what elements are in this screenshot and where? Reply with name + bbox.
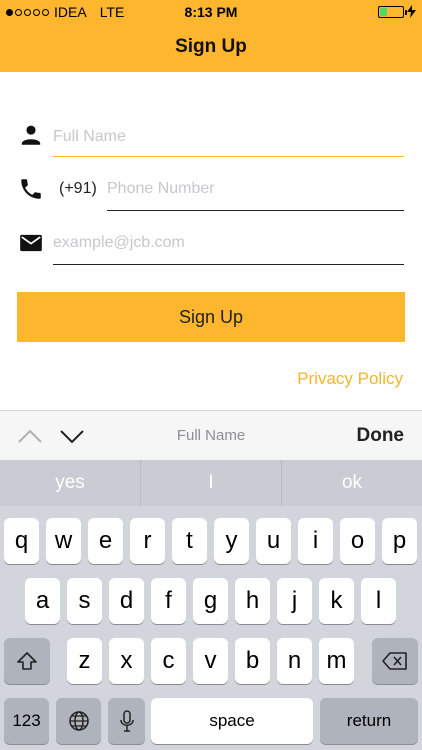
sign-up-button[interactable]: Sign Up: [17, 292, 405, 342]
key-q[interactable]: q: [4, 518, 39, 564]
key-i[interactable]: i: [298, 518, 333, 564]
full-name-underline: [53, 156, 404, 157]
key-m[interactable]: m: [319, 638, 354, 684]
charging-bolt-icon: [407, 5, 416, 18]
key-k[interactable]: k: [319, 578, 354, 624]
key-x[interactable]: x: [109, 638, 144, 684]
key-y[interactable]: y: [214, 518, 249, 564]
phone-row: (+91): [0, 166, 422, 220]
keyboard-accessory-bar: Full Name Done: [0, 410, 422, 460]
shift-key[interactable]: [4, 638, 50, 684]
key-l[interactable]: l: [361, 578, 396, 624]
globe-icon: [68, 711, 89, 731]
key-z[interactable]: z: [67, 638, 102, 684]
microphone-icon: [119, 710, 134, 732]
envelope-icon: [20, 234, 42, 252]
suggestion-item[interactable]: yes: [0, 460, 141, 506]
keyboard: yes I ok q w e r t y u i o p a s d f g h…: [0, 460, 422, 750]
key-r[interactable]: r: [130, 518, 165, 564]
space-key[interactable]: space: [151, 698, 313, 744]
key-a[interactable]: a: [25, 578, 60, 624]
full-name-row: [0, 112, 422, 166]
key-s[interactable]: s: [67, 578, 102, 624]
numbers-key[interactable]: 123: [4, 698, 49, 744]
key-e[interactable]: e: [88, 518, 123, 564]
email-underline: [53, 264, 404, 265]
full-name-input[interactable]: [53, 124, 403, 150]
key-f[interactable]: f: [151, 578, 186, 624]
shift-arrow-icon: [17, 652, 37, 670]
battery-icon: [378, 5, 407, 18]
key-n[interactable]: n: [277, 638, 312, 684]
done-button[interactable]: Done: [357, 425, 405, 447]
suggestion-item[interactable]: I: [141, 460, 282, 506]
phone-underline: [107, 210, 404, 211]
key-u[interactable]: u: [256, 518, 291, 564]
key-j[interactable]: j: [277, 578, 312, 624]
globe-key[interactable]: [56, 698, 101, 744]
status-time: 8:13 PM: [184, 4, 238, 20]
key-t[interactable]: t: [172, 518, 207, 564]
phone-icon: [21, 179, 41, 199]
page-title: Sign Up: [175, 36, 247, 57]
key-v[interactable]: v: [193, 638, 228, 684]
key-o[interactable]: o: [340, 518, 375, 564]
dictation-key[interactable]: [108, 698, 145, 744]
key-c[interactable]: c: [151, 638, 186, 684]
return-key[interactable]: return: [320, 698, 418, 744]
key-g[interactable]: g: [193, 578, 228, 624]
privacy-policy-link[interactable]: Privacy Policy: [297, 369, 403, 389]
status-right: [378, 5, 416, 18]
phone-number-input[interactable]: [107, 176, 403, 202]
status-bar: IDEA LTE 8:13 PM: [0, 0, 422, 24]
key-p[interactable]: p: [382, 518, 417, 564]
key-h[interactable]: h: [235, 578, 270, 624]
backspace-icon: [382, 652, 407, 670]
suggestion-item[interactable]: ok: [282, 460, 422, 506]
key-d[interactable]: d: [109, 578, 144, 624]
email-row: [0, 220, 422, 274]
delete-key[interactable]: [372, 638, 418, 684]
sign-up-screen: IDEA LTE 8:13 PM Sign Up Full Name (+91)…: [0, 0, 422, 750]
suggestion-bar: yes I ok: [0, 460, 422, 506]
person-icon: [21, 125, 41, 145]
key-w[interactable]: w: [46, 518, 81, 564]
header-bar: IDEA LTE 8:13 PM Sign Up: [0, 0, 422, 72]
key-b[interactable]: b: [235, 638, 270, 684]
country-code-prefix: (+91): [59, 180, 97, 197]
email-input[interactable]: [53, 230, 403, 256]
